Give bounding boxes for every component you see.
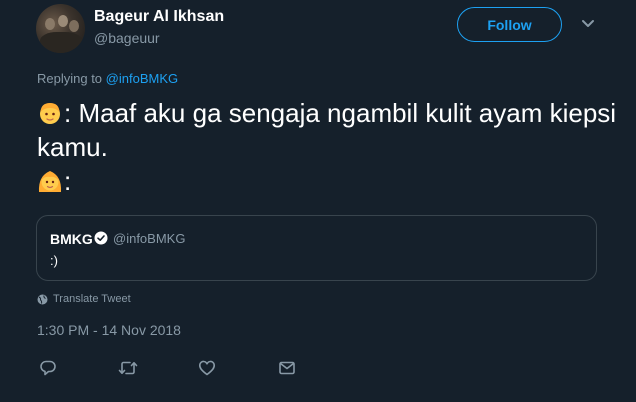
translate-label[interactable]: Translate Tweet	[53, 293, 131, 305]
quote-text: :)	[50, 253, 58, 268]
author-handle[interactable]: @bageuur	[94, 30, 160, 46]
avatar[interactable]	[36, 4, 85, 53]
reply-icon	[40, 360, 56, 376]
like-button[interactable]	[197, 358, 217, 378]
heart-icon	[198, 360, 216, 376]
retweet-button[interactable]	[118, 358, 138, 378]
message-icon	[279, 361, 295, 375]
tweet-line-1: : Maaf aku ga sengaja ngambil kulit ayam…	[37, 98, 617, 162]
globe-icon	[37, 294, 48, 304]
follow-button[interactable]: Follow	[457, 7, 562, 42]
quote-author-name: BMKG	[50, 231, 93, 247]
quoted-tweet[interactable]: BMKG @infoBMKG :)	[36, 215, 597, 281]
tweet-timestamp[interactable]: 1:30 PM - 14 Nov 2018	[37, 322, 181, 338]
retweet-icon	[118, 361, 138, 375]
quote-author-handle: @infoBMKG	[113, 231, 186, 246]
man-emoji-icon	[37, 100, 63, 126]
reply-button[interactable]	[38, 358, 58, 378]
chevron-down-icon[interactable]	[580, 17, 596, 31]
translate-tweet[interactable]: Translate Tweet	[37, 293, 131, 305]
replying-target-link[interactable]: @infoBMKG	[106, 71, 178, 86]
direct-message-button[interactable]	[277, 358, 297, 378]
tweet-text: : Maaf aku ga sengaja ngambil kulit ayam…	[37, 96, 617, 198]
author-display-name[interactable]: Bageur Al Ikhsan	[94, 8, 224, 26]
replying-prefix: Replying to	[37, 71, 103, 86]
tweet-line-2: :	[64, 166, 72, 196]
woman-emoji-icon	[37, 168, 63, 194]
replying-to: Replying to @infoBMKG	[37, 71, 178, 86]
verified-badge-icon	[94, 231, 108, 245]
